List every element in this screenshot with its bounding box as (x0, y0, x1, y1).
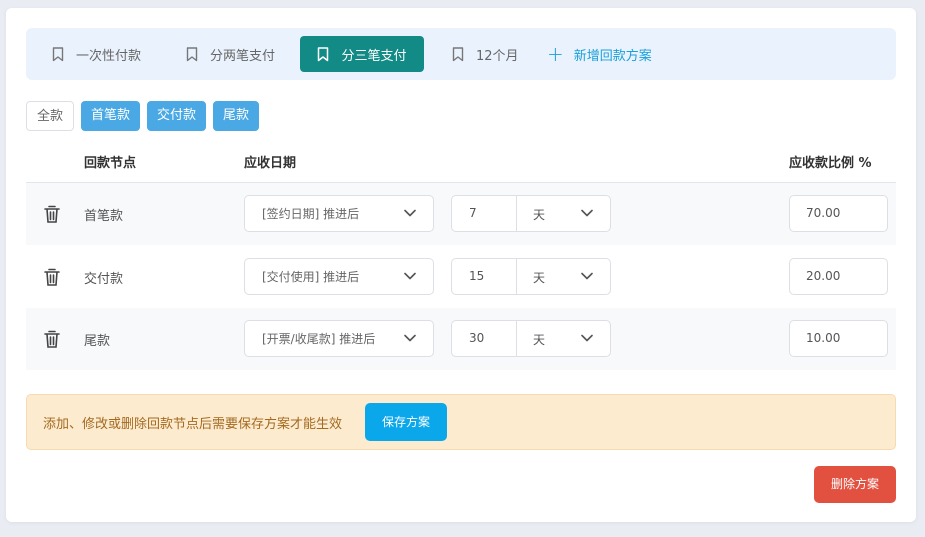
chevron-down-icon[interactable] (581, 209, 593, 217)
tab-label: 12个月 (476, 48, 519, 64)
chevron-down-icon (404, 272, 416, 280)
bookmark-icon (318, 46, 329, 61)
bookmark-icon (186, 46, 198, 61)
delete-plan-button[interactable]: 删除方案 (814, 466, 896, 503)
save-plan-button[interactable]: 保存方案 (365, 403, 447, 441)
node-name: 交付款 (84, 272, 124, 287)
plan-tab-bar: 一次性付款 分两笔支付 分三笔支付 12个月 + 新增回款方案 (26, 28, 896, 80)
node-name: 首笔款 (84, 209, 124, 224)
unit-select[interactable]: 天 (533, 206, 545, 223)
filter-delivery-payment[interactable]: 交付款 (147, 101, 207, 131)
ratio-input[interactable]: 70.00 (789, 195, 888, 232)
tab-twelve-months[interactable]: 12个月 (452, 36, 519, 72)
header-date: 应收日期 (244, 156, 297, 171)
header-node: 回款节点 (84, 156, 137, 171)
chevron-down-icon[interactable] (581, 334, 593, 342)
tab-label: 分三笔支付 (341, 48, 407, 64)
trigger-value: [交付使用] 推进后 (262, 270, 360, 284)
tab-one-time[interactable]: 一次性付款 (52, 36, 141, 72)
filter-final-payment[interactable]: 尾款 (213, 101, 260, 131)
node-name: 尾款 (84, 334, 111, 349)
divider (516, 259, 517, 294)
table-row: 首笔款 [签约日期] 推进后 7 天 70.00 (26, 183, 896, 245)
trigger-value: [开票/收尾款] 推进后 (262, 332, 376, 346)
table-header: 回款节点 应收日期 应收款比例 % (26, 148, 896, 183)
chevron-down-icon (404, 209, 416, 217)
filter-full-payment[interactable]: 全款 (26, 101, 75, 131)
trash-icon[interactable] (43, 204, 61, 224)
offset-group: 15 天 (451, 258, 611, 295)
unit-select[interactable]: 天 (533, 269, 545, 286)
header-ratio: 应收款比例 % (789, 156, 872, 171)
filter-first-payment[interactable]: 首笔款 (81, 101, 141, 131)
tab-label: 一次性付款 (76, 48, 142, 64)
node-filter-group: 全款 首笔款 交付款 尾款 (26, 101, 260, 131)
trigger-select[interactable]: [开票/收尾款] 推进后 (244, 320, 434, 357)
table-row: 尾款 [开票/收尾款] 推进后 30 天 10.00 (26, 308, 896, 370)
chevron-down-icon (404, 334, 416, 342)
chevron-down-icon[interactable] (581, 272, 593, 280)
add-plan-label: 新增回款方案 (573, 48, 652, 64)
offset-group: 7 天 (451, 195, 611, 232)
trigger-select[interactable]: [签约日期] 推进后 (244, 195, 434, 232)
bookmark-icon (452, 46, 464, 61)
trash-icon[interactable] (43, 329, 61, 349)
tab-label: 分两笔支付 (210, 48, 276, 64)
tab-three-payments[interactable]: 分三笔支付 (300, 36, 424, 72)
tab-two-payments[interactable]: 分两笔支付 (186, 36, 275, 72)
trigger-select[interactable]: [交付使用] 推进后 (244, 258, 434, 295)
save-notice-banner: 添加、修改或删除回款节点后需要保存方案才能生效 保存方案 (26, 394, 896, 450)
divider (516, 321, 517, 356)
ratio-input[interactable]: 20.00 (789, 258, 888, 295)
notice-message: 添加、修改或删除回款节点后需要保存方案才能生效 (43, 417, 343, 432)
table-row: 交付款 [交付使用] 推进后 15 天 20.00 (26, 246, 896, 308)
offset-group: 30 天 (451, 320, 611, 357)
bookmark-icon (52, 46, 64, 61)
trigger-value: [签约日期] 推进后 (262, 207, 360, 221)
divider (516, 196, 517, 231)
add-plan-button[interactable]: + 新增回款方案 (547, 36, 652, 72)
unit-select[interactable]: 天 (533, 331, 545, 348)
ratio-input[interactable]: 10.00 (789, 320, 888, 357)
payment-plan-card: 一次性付款 分两笔支付 分三笔支付 12个月 + 新增回款方案 全款 首笔款 交… (6, 8, 916, 522)
offset-input[interactable]: 30 (469, 331, 484, 345)
trash-icon[interactable] (43, 267, 61, 287)
plus-icon: + (547, 42, 564, 66)
offset-input[interactable]: 7 (469, 206, 477, 220)
offset-input[interactable]: 15 (469, 269, 484, 283)
